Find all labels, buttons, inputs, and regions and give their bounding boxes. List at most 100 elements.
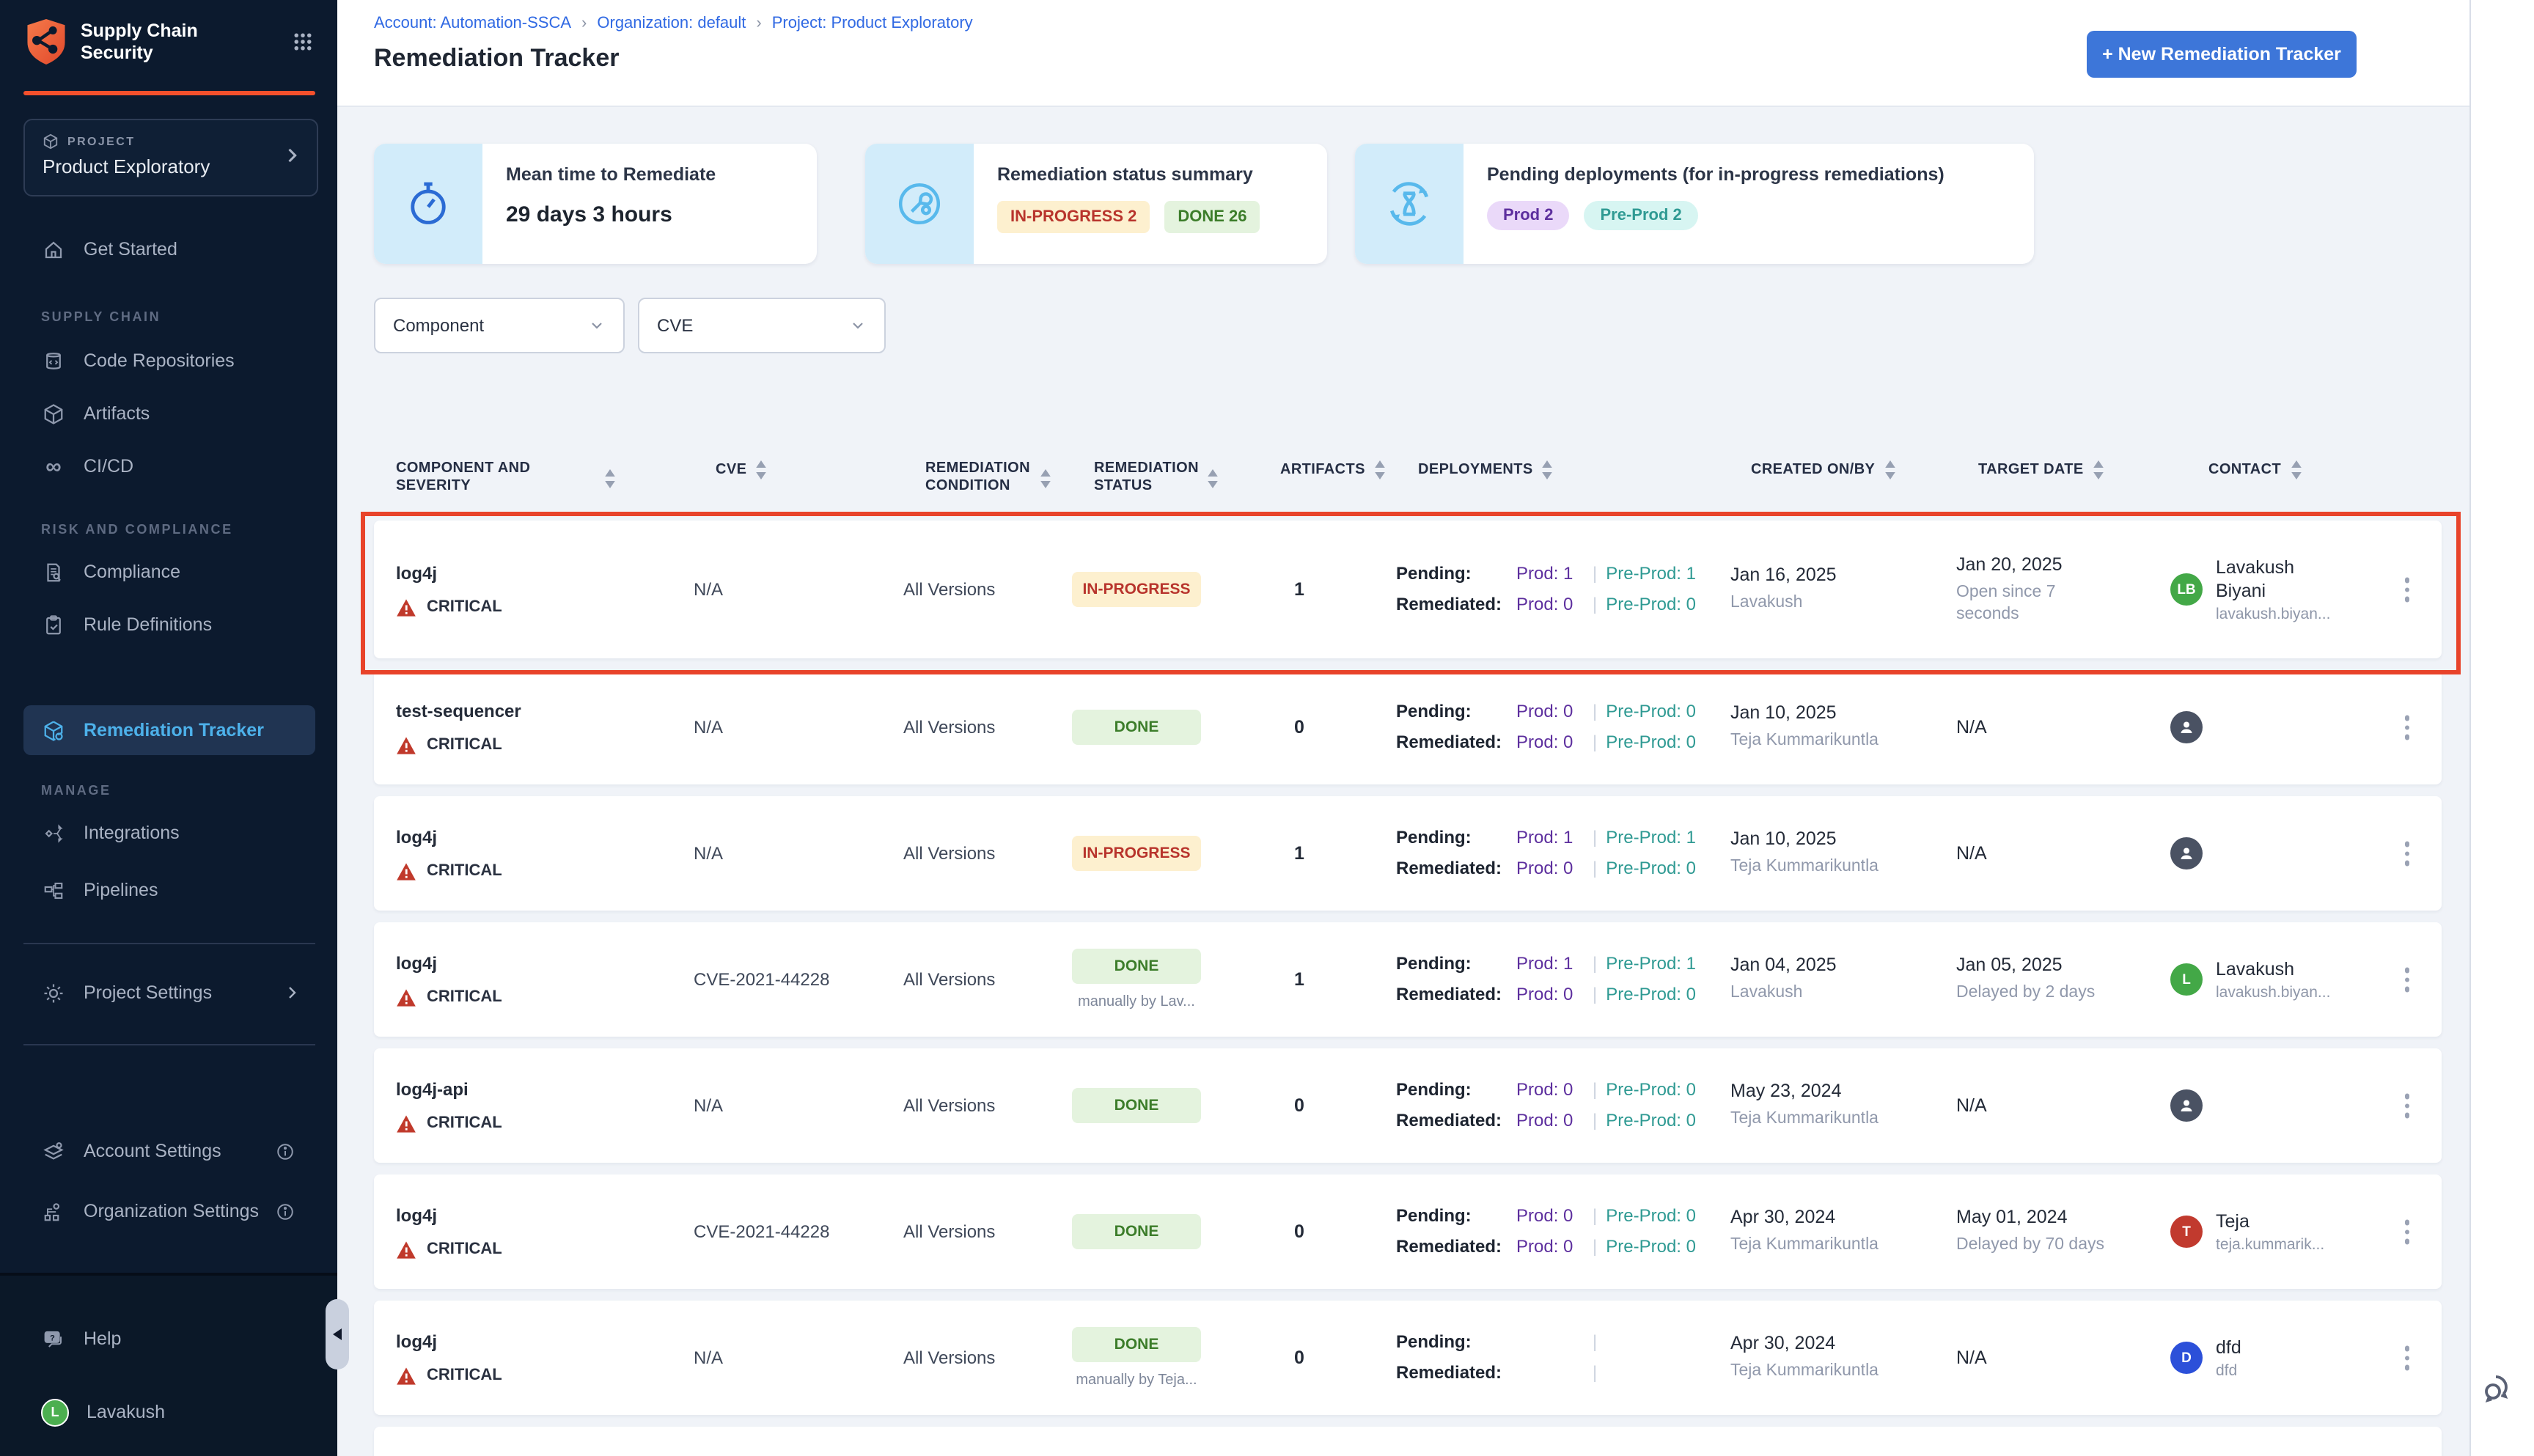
sidebar-item-project-settings[interactable]: Project Settings [23,971,315,1015]
column-header-remediation-status[interactable]: REMEDIATION STATUS [1094,460,1214,496]
sidebar-item-artifacts[interactable]: Artifacts [23,391,315,435]
chevron-down-icon [588,317,606,334]
component-name: log4j [396,562,694,583]
sort-icon [755,460,767,479]
code-repo-icon [41,350,66,372]
card-pending-deployments: Pending deployments (for in-progress rem… [1355,144,2034,264]
sidebar-item-help[interactable]: ? Help [23,1317,315,1361]
artifacts-count: 1 [1241,579,1358,600]
row-menu-button[interactable] [2404,842,2409,866]
status-badge: IN-PROGRESS [1072,836,1201,871]
contact-cell: D dfddfd [2170,1336,2420,1380]
row-menu-button[interactable] [2404,578,2409,602]
sidebar-item-remediation-tracker[interactable]: Remediation Tracker [23,705,315,755]
breadcrumb-project[interactable]: Project: Product Exploratory [772,15,973,32]
pipelines-icon [41,879,66,901]
column-header-deployments[interactable]: DEPLOYMENTS [1418,460,1554,479]
condition-cell: All Versions [903,843,1072,864]
card-title: Mean time to Remediate [506,164,716,185]
column-header-contact[interactable]: CONTACT [2208,460,2302,479]
sidebar-item-integrations[interactable]: Integrations [23,811,315,855]
status-subtext: manually by Lav... [1072,994,1201,1010]
app-logo[interactable]: Supply Chain Security [23,18,314,66]
breadcrumb-organization[interactable]: Organization: default [597,15,746,32]
sidebar-item-organization-settings[interactable]: Organization Settings [23,1189,315,1233]
row-menu-button[interactable] [2404,1094,2409,1118]
infinity-icon: ∞ [41,454,66,479]
sort-icon [2290,460,2302,479]
person-avatar-icon [2170,1089,2203,1122]
sidebar-item-code-repositories[interactable]: Code Repositories [23,339,315,383]
person-avatar-icon [2170,711,2203,743]
row-menu-button[interactable] [2404,968,2409,992]
created-cell: Jan 10, 2025Teja Kummarikuntla [1708,828,1956,878]
project-label: PROJECT [67,135,135,148]
cve-cell: N/A [694,579,903,600]
breadcrumb: Account: Automation-SSCA › Organization:… [374,15,973,32]
svg-text:?: ? [50,1333,55,1342]
critical-severity-icon [396,735,416,754]
remediation-cube-icon [41,719,66,741]
artifacts-count: 0 [1241,1221,1358,1242]
sort-icon [1040,468,1051,488]
target-date-cell: N/A [1956,843,2170,864]
sidebar-collapse-handle[interactable] [326,1299,349,1369]
app-grid-icon[interactable] [292,31,314,53]
layers-gear-icon [41,1140,66,1162]
row-menu-button[interactable] [2404,1346,2409,1370]
deployments-cell: Pending:Prod: 1|Pre-Prod: 1 Remediated:P… [1358,559,1708,620]
page-title: Remediation Tracker [374,44,620,73]
sidebar-item-rule-definitions[interactable]: Rule Definitions [23,603,315,647]
cve-cell: CVE-2021-44228 [694,1221,903,1242]
column-header-target-date[interactable]: TARGET DATE [1978,460,2104,479]
sidebar-item-cicd[interactable]: ∞ CI/CD [23,444,315,488]
table-row[interactable]: log4j CRITICAL CVE-2021-44228 All Versio… [374,922,2442,1037]
sidebar-item-get-started[interactable]: Get Started [23,227,315,271]
sidebar-item-pipelines[interactable]: Pipelines [23,868,315,912]
condition-cell: All Versions [903,579,1072,600]
row-menu-button[interactable] [2404,1220,2409,1244]
divider [23,1044,315,1045]
breadcrumb-account[interactable]: Account: Automation-SSCA [374,15,571,32]
chat-support-icon[interactable] [2481,1371,2516,1406]
column-header-cve[interactable]: CVE [716,460,767,479]
column-header-created[interactable]: CREATED ON/BY [1751,460,1895,479]
info-icon[interactable] [276,1141,295,1161]
artifacts-count: 0 [1241,1347,1358,1368]
sidebar-item-account-settings[interactable]: Account Settings [23,1129,315,1173]
condition-cell: All Versions [903,969,1072,990]
component-name: log4j [396,1331,694,1351]
contact-cell [2170,837,2420,869]
column-header-component[interactable]: COMPONENT AND SEVERITY [396,460,616,496]
condition-cell: All Versions [903,1221,1072,1242]
row-menu-button[interactable] [2404,716,2409,740]
status-badge: DONE [1072,710,1201,745]
column-header-remediation-condition[interactable]: REMEDIATION CONDITION [925,460,1051,496]
target-date-cell: Jan 05, 2025Delayed by 2 days [1956,955,2170,1004]
contact-cell [2170,1089,2420,1122]
contact-avatar: L [2170,963,2203,996]
document-search-icon [41,561,66,583]
wrench-circle-icon [865,144,974,264]
table-row[interactable]: log4j CRITICAL N/A All Versions IN-PROGR… [374,521,2442,658]
component-name: test-sequencer [396,700,694,721]
sidebar-item-compliance[interactable]: Compliance [23,550,315,594]
table-row[interactable]: log4j-api CRITICAL N/A All Versions DONE… [374,1048,2442,1163]
info-icon[interactable] [276,1202,295,1221]
new-remediation-tracker-button[interactable]: + New Remediation Tracker [2087,31,2357,78]
column-header-artifacts[interactable]: ARTIFACTS [1280,460,1386,479]
deployments-cell: Pending:| Remediated:| [1358,1327,1708,1389]
clipboard-check-icon [41,614,66,636]
breadcrumb-separator: › [581,15,587,32]
table-row[interactable]: test-sequencer CRITICAL N/A All Versions… [374,670,2442,784]
user-menu[interactable]: L Lavakush [23,1390,315,1434]
project-selector[interactable]: PROJECT Product Exploratory [23,119,318,196]
table-row[interactable]: log4j CRITICAL CVE-2021-44228 All Versio… [374,1174,2442,1289]
component-filter-dropdown[interactable]: Component [374,298,625,353]
table-row[interactable]: log4j H Harness [374,1427,2442,1456]
table-row[interactable]: log4j CRITICAL N/A All Versions IN-PROGR… [374,796,2442,911]
cve-cell: N/A [694,717,903,738]
table-row[interactable]: log4j CRITICAL N/A All Versions DONEmanu… [374,1301,2442,1415]
target-date-cell: N/A [1956,1095,2170,1116]
cve-filter-dropdown[interactable]: CVE [638,298,886,353]
